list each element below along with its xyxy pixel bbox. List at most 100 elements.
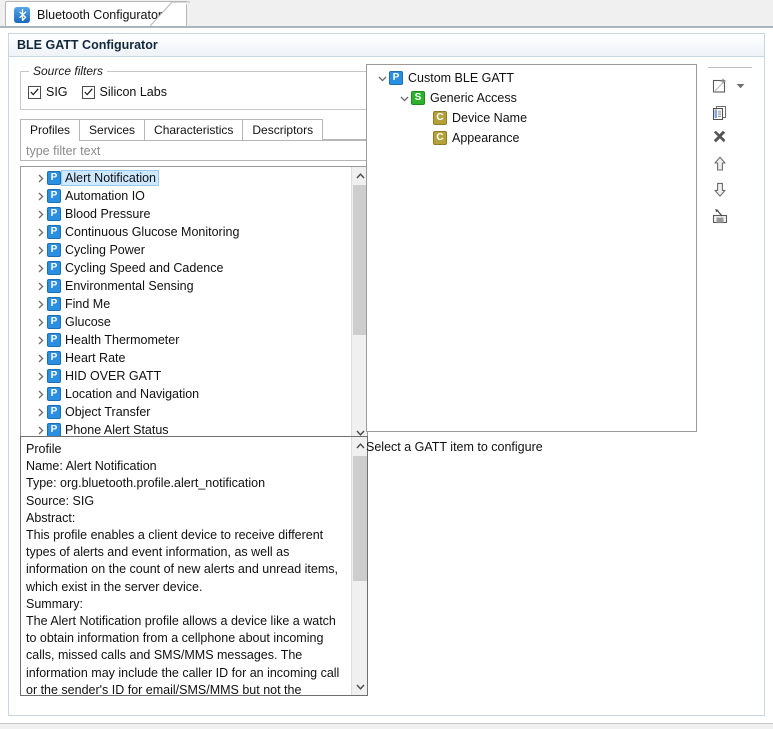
tab-profiles[interactable]: Profiles [20,119,81,141]
copy-button[interactable] [707,99,733,125]
profiles-tree-item-label: HID OVER GATT [65,369,162,383]
badge-p-icon: P [47,333,61,347]
tab-services[interactable]: Services [79,119,146,140]
badge-p-icon: P [47,315,61,329]
checkbox-checked-icon[interactable] [81,85,95,99]
source-filters-row: SIG Silicon Labs [28,85,167,99]
profiles-tree-item[interactable]: P Heart Rate [21,349,350,367]
badge-p-icon: P [47,387,61,401]
scrollbar-thumb[interactable] [353,185,367,335]
profiles-tree-item-label: Health Thermometer [65,333,180,347]
import-button[interactable] [707,203,733,229]
profiles-tree-item[interactable]: P Environmental Sensing [21,277,350,295]
tab-descriptors[interactable]: Descriptors [242,119,324,140]
chevron-right-icon[interactable] [33,336,47,345]
profiles-tree-scrollbar[interactable] [351,167,367,441]
badge-p-icon: P [47,189,61,203]
profiles-tree-item[interactable]: P HID OVER GATT [21,367,350,385]
window-bottom-edge [0,723,773,729]
profiles-tree-item-label: Location and Navigation [65,387,200,401]
profiles-tree-item[interactable]: P Cycling Speed and Cadence [21,259,350,277]
chevron-right-icon[interactable] [33,264,47,273]
badge-p-icon: P [47,279,61,293]
chevron-down-icon[interactable] [375,74,389,83]
profiles-tree-item[interactable]: P Health Thermometer [21,331,350,349]
move-up-button[interactable] [707,151,733,177]
profiles-tree-item[interactable]: P Continuous Glucose Monitoring [21,223,350,241]
chevron-right-icon[interactable] [33,282,47,291]
profiles-tree-item[interactable]: P Alert Notification [21,169,350,187]
badge-p-icon: P [47,261,61,275]
chevron-right-icon[interactable] [33,354,47,363]
chevron-down-icon[interactable] [397,94,411,103]
delete-button[interactable] [707,125,733,151]
chevron-down-icon [736,84,744,89]
gatt-tree-item-label: Device Name [452,111,528,125]
chevron-right-icon[interactable] [33,300,47,309]
profiles-tree-item[interactable]: P Glucose [21,313,350,331]
gatt-tree-item[interactable]: C Device Name [367,108,696,128]
badge-p-icon: P [47,297,61,311]
chevron-right-icon[interactable] [33,174,47,183]
chevron-right-icon[interactable] [33,192,47,201]
chevron-right-icon[interactable] [33,408,47,417]
chevron-right-icon[interactable] [33,210,47,219]
item-details-scrollbar[interactable] [351,437,367,695]
filter-text-input[interactable] [20,140,368,161]
catalog-column: Source filters SIG Silicon Labs Profiles… [20,64,368,442]
gatt-tree-item-label: Appearance [452,131,520,145]
chevron-right-icon[interactable] [33,228,47,237]
badge-s-icon: S [411,91,425,105]
badge-p-icon: P [47,423,61,437]
profiles-tree-item-label: Heart Rate [65,351,126,365]
chevron-right-icon[interactable] [33,318,47,327]
badge-p-icon: P [47,225,61,239]
profiles-tree-item[interactable]: P Cycling Power [21,241,350,259]
profiles-tree-item-label: Alert Notification [61,170,160,186]
tab-characteristics[interactable]: Characteristics [144,119,244,140]
item-details-panel[interactable]: Profile Name: Alert Notification Type: o… [20,436,368,696]
profiles-tree-item[interactable]: P Automation IO [21,187,350,205]
badge-p-icon: P [47,351,61,365]
gatt-tree-item[interactable]: S Generic Access [367,88,696,108]
chevron-right-icon[interactable] [33,390,47,399]
profiles-tree-item-label: Cycling Power [65,243,145,257]
profiles-tree-item[interactable]: P Blood Pressure [21,205,350,223]
profiles-tree-item[interactable]: P Object Transfer [21,403,350,421]
tab-row-filler [323,118,368,140]
gatt-tree-item-label: Custom BLE GATT [408,71,515,85]
editor-tab-slant [150,1,190,27]
filter-label-sig: SIG [46,85,68,99]
move-down-button[interactable] [707,177,733,203]
configure-hint-label: Select a GATT item to configure [366,440,543,454]
new-item-button[interactable] [707,73,733,99]
scroll-down-arrow-icon[interactable] [352,678,367,695]
tab-characteristics-label: Characteristics [154,123,234,137]
import-icon [712,209,728,224]
gatt-tree-item[interactable]: C Appearance [367,128,696,148]
profiles-tree[interactable]: P Alert Notification P Automation IO P Blood … [20,166,368,442]
profiles-tree-list: P Alert Notification P Automation IO P Blood … [21,169,350,439]
filter-checkbox-sig[interactable]: SIG [28,85,68,99]
gatt-tree-item-label: Generic Access [430,91,517,105]
editor-tab-strip: Bluetooth Configurator [0,0,773,28]
scrollbar-thumb[interactable] [353,456,367,581]
filter-label-silicon-labs: Silicon Labs [99,85,167,99]
form-header: BLE GATT Configurator [8,33,765,57]
chevron-right-icon[interactable] [33,372,47,381]
filter-checkbox-silicon-labs[interactable]: Silicon Labs [81,85,167,99]
gatt-tree-panel[interactable]: P Custom BLE GATT S Generic Access C Device N… [366,64,697,432]
arrow-up-icon [714,156,726,171]
checkbox-checked-icon[interactable] [28,85,41,99]
source-filters-group: Source filters SIG Silicon Labs [20,64,368,110]
badge-p-icon: P [47,207,61,221]
profiles-tree-item[interactable]: P Location and Navigation [21,385,350,403]
new-item-dropdown-button[interactable] [733,73,747,99]
copy-icon [713,106,726,120]
gatt-tree-item[interactable]: P Custom BLE GATT [367,68,696,88]
chevron-right-icon[interactable] [33,426,47,435]
arrow-down-icon [714,182,726,197]
chevron-right-icon[interactable] [33,246,47,255]
profiles-tree-item[interactable]: P Find Me [21,295,350,313]
page-title: BLE GATT Configurator [17,38,158,52]
